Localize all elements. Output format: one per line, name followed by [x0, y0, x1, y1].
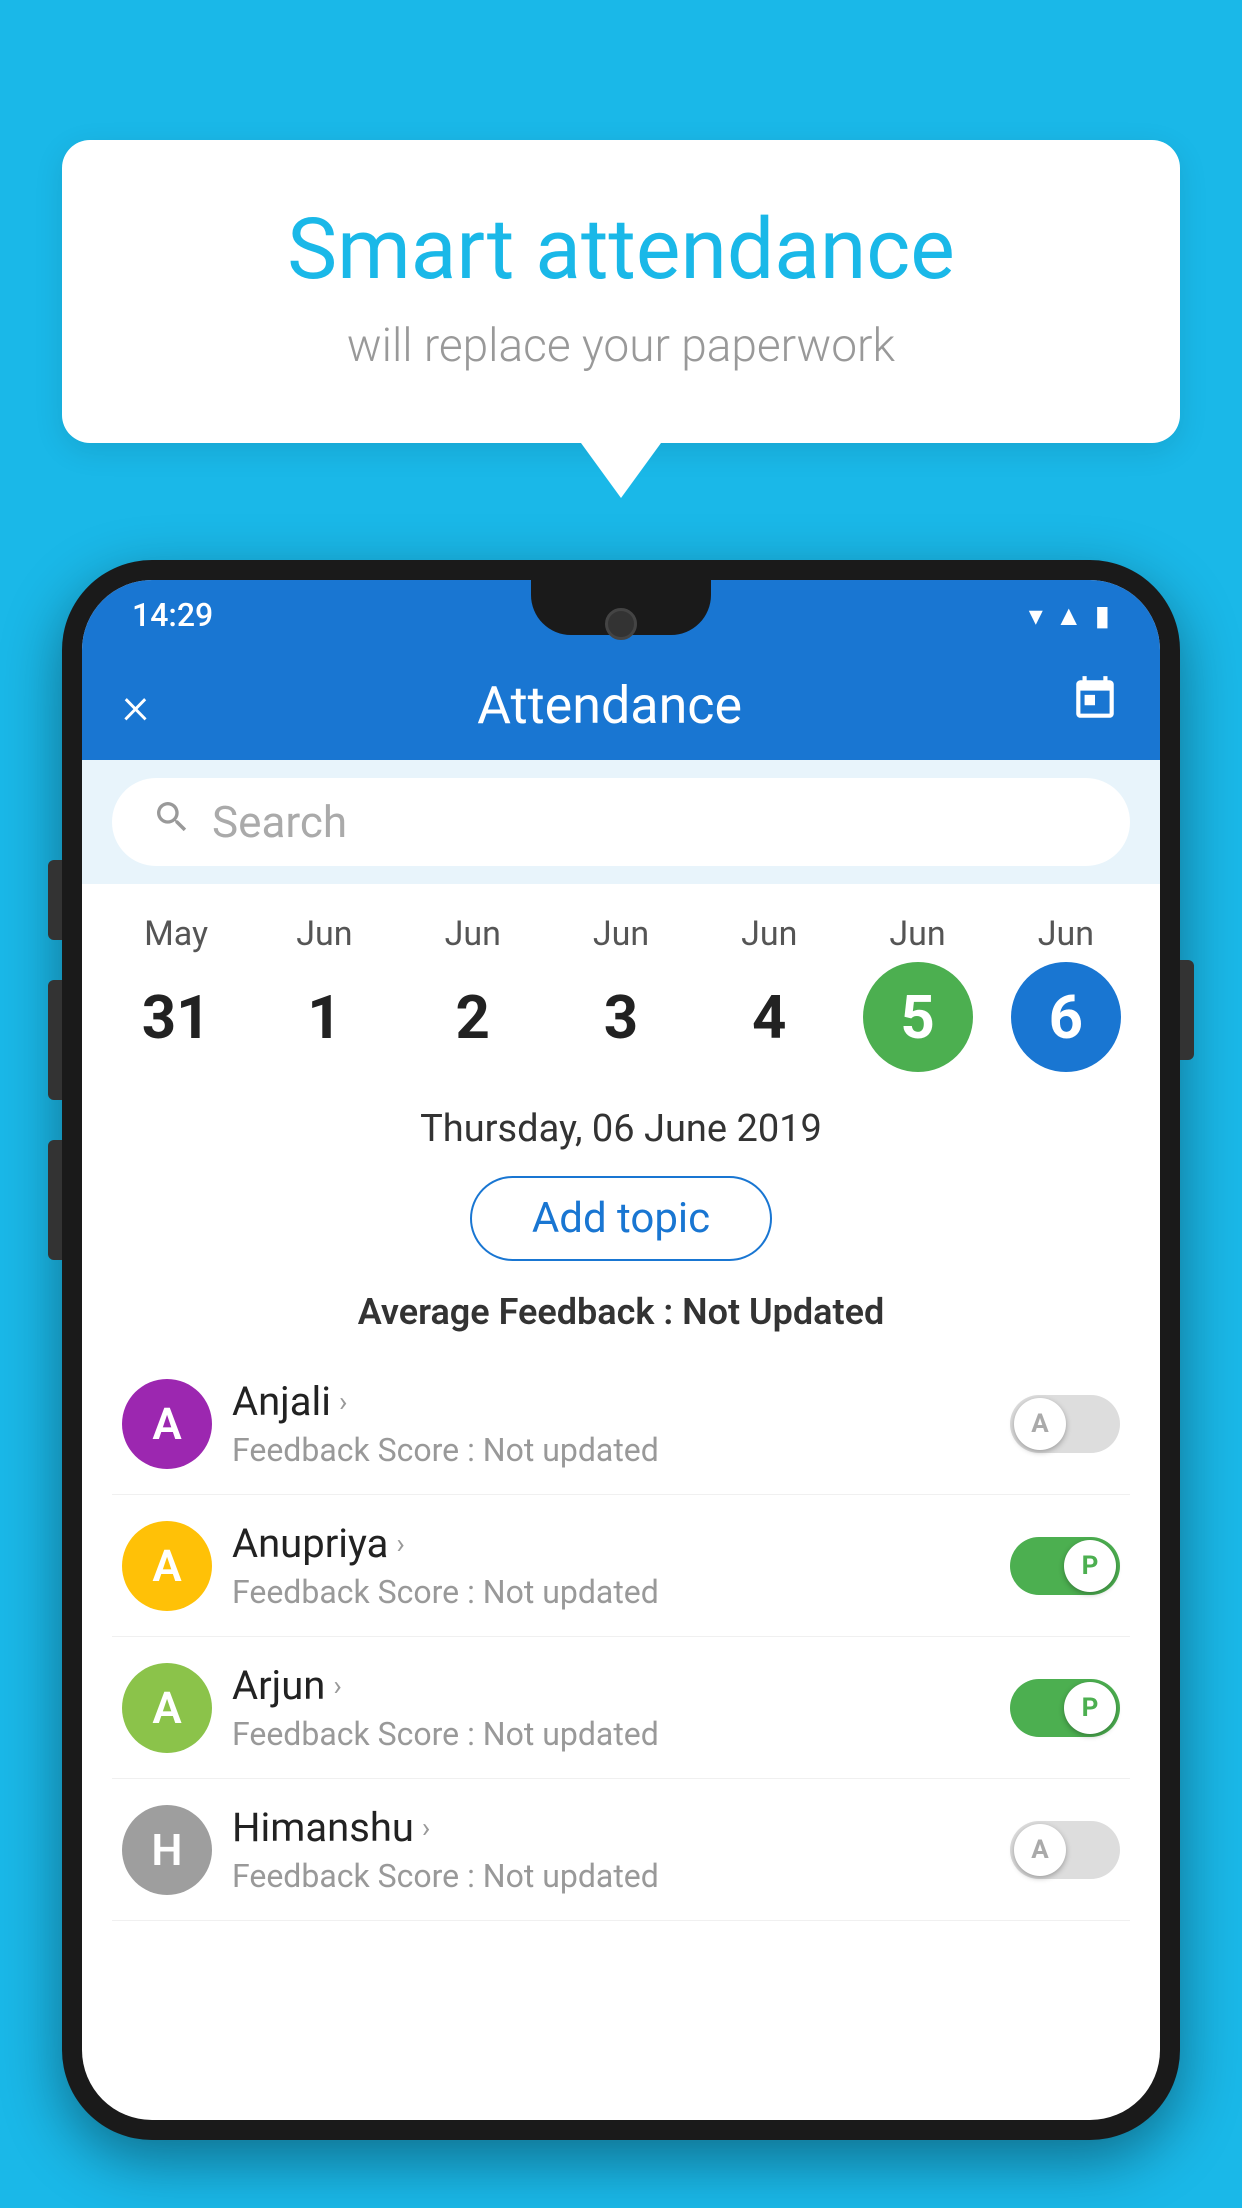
speech-bubble-title: Smart attendance: [132, 200, 1110, 299]
student-name: Anupriya ›: [232, 1520, 990, 1567]
student-info: Arjun › Feedback Score : Not updated: [212, 1662, 1010, 1753]
cal-date-number[interactable]: 4: [714, 962, 824, 1072]
student-item[interactable]: H Himanshu › Feedback Score : Not updated A: [112, 1779, 1130, 1921]
phone-notch: [531, 580, 711, 635]
student-name: Arjun ›: [232, 1662, 990, 1709]
close-button[interactable]: ×: [122, 675, 149, 736]
battery-icon: ▮: [1095, 599, 1110, 632]
calendar-day[interactable]: Jun 2: [413, 914, 533, 1072]
student-info: Himanshu › Feedback Score : Not updated: [212, 1804, 1010, 1895]
calendar-day[interactable]: Jun 6: [1006, 914, 1126, 1072]
attendance-toggle[interactable]: A: [1010, 1395, 1120, 1453]
phone-container: 14:29 ▾ ▲ ▮ × Attendance: [62, 560, 1180, 2208]
cal-date-number[interactable]: 5: [863, 962, 973, 1072]
speech-bubble-subtitle: will replace your paperwork: [132, 319, 1110, 373]
add-topic-container: Add topic: [82, 1166, 1160, 1281]
student-name: Anjali ›: [232, 1378, 990, 1425]
wifi-icon: ▾: [1029, 599, 1043, 632]
front-camera: [605, 608, 637, 640]
selected-date-label: Thursday, 06 June 2019: [82, 1082, 1160, 1166]
student-info: Anjali › Feedback Score : Not updated: [212, 1378, 1010, 1469]
student-feedback-score: Feedback Score : Not updated: [232, 1431, 990, 1469]
student-item[interactable]: A Anupriya › Feedback Score : Not updated P: [112, 1495, 1130, 1637]
student-feedback-score: Feedback Score : Not updated: [232, 1857, 990, 1895]
phone: 14:29 ▾ ▲ ▮ × Attendance: [62, 560, 1180, 2140]
add-topic-button[interactable]: Add topic: [470, 1176, 772, 1261]
avatar: H: [122, 1805, 212, 1895]
calendar-day[interactable]: Jun 3: [561, 914, 681, 1072]
cal-month-label: Jun: [445, 914, 501, 954]
volume-silent-button: [48, 860, 62, 940]
attendance-toggle[interactable]: P: [1010, 1537, 1120, 1595]
calendar-day[interactable]: Jun 4: [709, 914, 829, 1072]
volume-down-button: [48, 1140, 62, 1260]
student-list: AAnjali ›Feedback Score : Not updatedAAA…: [82, 1353, 1160, 1921]
avatar: A: [122, 1379, 212, 1469]
speech-bubble-container: Smart attendance will replace your paper…: [62, 140, 1180, 498]
avg-feedback: Average Feedback : Not Updated: [82, 1281, 1160, 1353]
cal-month-label: Jun: [1038, 914, 1094, 954]
power-button: [1180, 960, 1194, 1060]
search-bar-container: Search: [82, 760, 1160, 884]
student-info: Anupriya › Feedback Score : Not updated: [212, 1520, 1010, 1611]
cal-month-label: Jun: [889, 914, 945, 954]
calendar-icon[interactable]: [1070, 674, 1120, 736]
toggle-circle: A: [1014, 1824, 1066, 1876]
cal-date-number[interactable]: 31: [121, 962, 231, 1072]
signal-icon: ▲: [1055, 599, 1083, 632]
avatar: A: [122, 1663, 212, 1753]
student-feedback-score: Feedback Score : Not updated: [232, 1573, 990, 1611]
toggle-circle: P: [1064, 1540, 1116, 1592]
cal-month-label: Jun: [296, 914, 352, 954]
calendar-day[interactable]: Jun 5: [858, 914, 978, 1072]
student-item[interactable]: A Anjali › Feedback Score : Not updated A: [112, 1353, 1130, 1495]
student-feedback-score: Feedback Score : Not updated: [232, 1715, 990, 1753]
speech-bubble: Smart attendance will replace your paper…: [62, 140, 1180, 443]
cal-date-number[interactable]: 1: [269, 962, 379, 1072]
avg-feedback-label: Average Feedback :: [358, 1291, 682, 1333]
avatar: A: [122, 1521, 212, 1611]
attendance-toggle[interactable]: P: [1010, 1679, 1120, 1737]
chevron-right-icon: ›: [333, 1669, 341, 1702]
student-name: Himanshu ›: [232, 1804, 990, 1851]
status-time: 14:29: [132, 596, 213, 634]
phone-screen: 14:29 ▾ ▲ ▮ × Attendance: [82, 580, 1160, 2120]
toggle-circle: P: [1064, 1682, 1116, 1734]
app-bar-title: Attendance: [477, 675, 742, 736]
cal-date-number[interactable]: 3: [566, 962, 676, 1072]
cal-month-label: May: [144, 914, 208, 954]
search-input[interactable]: Search: [212, 796, 347, 848]
chevron-right-icon: ›: [339, 1385, 347, 1418]
cal-date-number[interactable]: 6: [1011, 962, 1121, 1072]
search-bar[interactable]: Search: [112, 778, 1130, 866]
calendar-day[interactable]: Jun 1: [264, 914, 384, 1072]
search-icon: [152, 796, 192, 848]
attendance-toggle[interactable]: A: [1010, 1821, 1120, 1879]
student-item[interactable]: A Arjun › Feedback Score : Not updated P: [112, 1637, 1130, 1779]
cal-date-number[interactable]: 2: [418, 962, 528, 1072]
cal-month-label: Jun: [593, 914, 649, 954]
calendar-day[interactable]: May 31: [116, 914, 236, 1072]
status-icons: ▾ ▲ ▮: [1029, 599, 1110, 632]
toggle-circle: A: [1014, 1398, 1066, 1450]
cal-month-label: Jun: [741, 914, 797, 954]
avg-feedback-value: Not Updated: [682, 1291, 884, 1333]
volume-up-button: [48, 980, 62, 1100]
chevron-right-icon: ›: [396, 1527, 404, 1560]
speech-bubble-tail: [581, 443, 661, 498]
chevron-right-icon: ›: [422, 1811, 430, 1844]
app-bar: × Attendance: [82, 650, 1160, 760]
calendar-strip: May 31 Jun 1 Jun 2 Jun 3 Jun 4 Jun 5 Jun 6: [82, 884, 1160, 1082]
